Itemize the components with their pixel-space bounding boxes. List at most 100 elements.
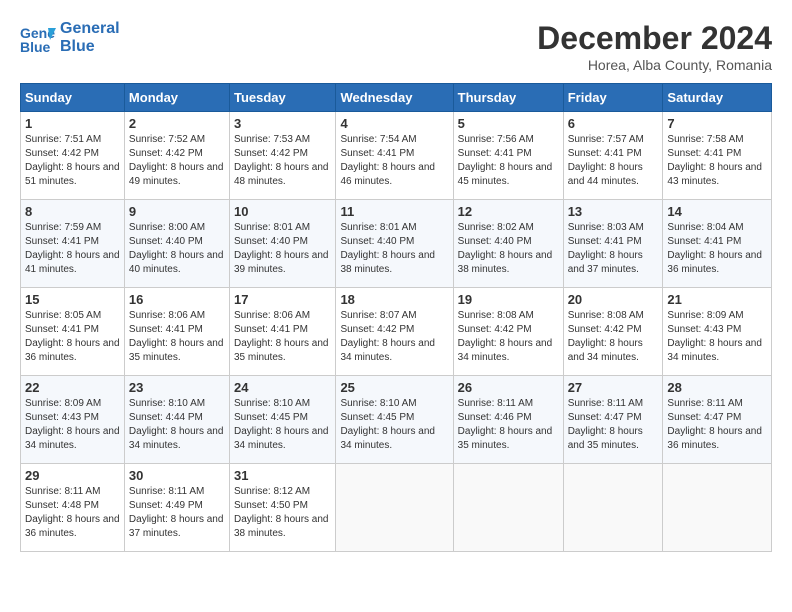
calendar-cell: 3 Sunrise: 7:53 AMSunset: 4:42 PMDaylight… xyxy=(229,112,335,200)
day-info: Sunrise: 7:57 AMSunset: 4:41 PMDaylight:… xyxy=(568,133,659,189)
calendar-cell: 29 Sunrise: 8:11 AMSunset: 4:48 PMDayligh… xyxy=(21,464,125,552)
calendar-cell: 13 Sunrise: 8:03 AMSunset: 4:41 PMDayligh… xyxy=(563,200,663,288)
day-number: 23 xyxy=(129,380,225,395)
day-info: Sunrise: 8:08 AMSunset: 4:42 PMDaylight:… xyxy=(458,309,559,365)
weekday-header-tuesday: Tuesday xyxy=(229,84,335,112)
location-subtitle: Horea, Alba County, Romania xyxy=(537,57,772,73)
calendar-cell: 14 Sunrise: 8:04 AMSunset: 4:41 PMDayligh… xyxy=(663,200,772,288)
day-number: 20 xyxy=(568,292,659,307)
day-number: 28 xyxy=(667,380,767,395)
day-number: 11 xyxy=(340,204,448,219)
day-number: 8 xyxy=(25,204,120,219)
day-info: Sunrise: 8:10 AMSunset: 4:45 PMDaylight:… xyxy=(234,397,331,453)
day-info: Sunrise: 8:09 AMSunset: 4:43 PMDaylight:… xyxy=(667,309,767,365)
day-number: 14 xyxy=(667,204,767,219)
day-info: Sunrise: 8:04 AMSunset: 4:41 PMDaylight:… xyxy=(667,221,767,277)
calendar-cell: 15Sunrise: 8:05 AMSunset: 4:41 PMDayligh… xyxy=(21,288,125,376)
calendar-cell: 8 Sunrise: 7:59 AMSunset: 4:41 PMDaylight… xyxy=(21,200,125,288)
day-info: Sunrise: 8:09 AMSunset: 4:43 PMDaylight:… xyxy=(25,397,120,453)
calendar-cell: 31 Sunrise: 8:12 AMSunset: 4:50 PMDayligh… xyxy=(229,464,335,552)
calendar-cell: 12Sunrise: 8:02 AMSunset: 4:40 PMDayligh… xyxy=(453,200,563,288)
day-info: Sunrise: 8:01 AMSunset: 4:40 PMDaylight:… xyxy=(234,221,331,277)
calendar-body: 1 Sunrise: 7:51 AMSunset: 4:42 PMDaylight… xyxy=(21,112,772,552)
calendar-cell: 19 Sunrise: 8:08 AMSunset: 4:42 PMDayligh… xyxy=(453,288,563,376)
logo: General Blue General Blue xyxy=(20,20,120,56)
calendar-cell: 28 Sunrise: 8:11 AMSunset: 4:47 PMDayligh… xyxy=(663,376,772,464)
day-number: 24 xyxy=(234,380,331,395)
day-info: Sunrise: 8:07 AMSunset: 4:42 PMDaylight:… xyxy=(340,309,448,365)
day-number: 25 xyxy=(340,380,448,395)
calendar-cell: 7Sunrise: 7:58 AMSunset: 4:41 PMDaylight… xyxy=(663,112,772,200)
day-info: Sunrise: 8:11 AMSunset: 4:49 PMDaylight:… xyxy=(129,485,225,541)
calendar-cell: 30Sunrise: 8:11 AMSunset: 4:49 PMDayligh… xyxy=(124,464,229,552)
calendar-cell: 24 Sunrise: 8:10 AMSunset: 4:45 PMDayligh… xyxy=(229,376,335,464)
day-number: 26 xyxy=(458,380,559,395)
calendar-week-2: 8 Sunrise: 7:59 AMSunset: 4:41 PMDaylight… xyxy=(21,200,772,288)
day-info: Sunrise: 7:53 AMSunset: 4:42 PMDaylight:… xyxy=(234,133,331,189)
calendar-cell: 9 Sunrise: 8:00 AMSunset: 4:40 PMDaylight… xyxy=(124,200,229,288)
day-info: Sunrise: 7:51 AMSunset: 4:42 PMDaylight:… xyxy=(25,133,120,189)
day-number: 10 xyxy=(234,204,331,219)
calendar-cell: 18Sunrise: 8:07 AMSunset: 4:42 PMDayligh… xyxy=(336,288,453,376)
calendar-table: SundayMondayTuesdayWednesdayThursdayFrid… xyxy=(20,83,772,552)
day-info: Sunrise: 8:01 AMSunset: 4:40 PMDaylight:… xyxy=(340,221,448,277)
weekday-header-saturday: Saturday xyxy=(663,84,772,112)
calendar-cell xyxy=(563,464,663,552)
calendar-cell: 26 Sunrise: 8:11 AMSunset: 4:46 PMDayligh… xyxy=(453,376,563,464)
calendar-cell: 6Sunrise: 7:57 AMSunset: 4:41 PMDaylight… xyxy=(563,112,663,200)
day-info: Sunrise: 8:11 AMSunset: 4:48 PMDaylight:… xyxy=(25,485,120,541)
day-info: Sunrise: 8:11 AMSunset: 4:47 PMDaylight:… xyxy=(568,397,659,453)
day-info: Sunrise: 7:59 AMSunset: 4:41 PMDaylight:… xyxy=(25,221,120,277)
calendar-cell: 2Sunrise: 7:52 AMSunset: 4:42 PMDaylight… xyxy=(124,112,229,200)
day-number: 3 xyxy=(234,116,331,131)
calendar-week-3: 15Sunrise: 8:05 AMSunset: 4:41 PMDayligh… xyxy=(21,288,772,376)
calendar-week-4: 22Sunrise: 8:09 AMSunset: 4:43 PMDayligh… xyxy=(21,376,772,464)
day-info: Sunrise: 8:12 AMSunset: 4:50 PMDaylight:… xyxy=(234,485,331,541)
calendar-cell: 23Sunrise: 8:10 AMSunset: 4:44 PMDayligh… xyxy=(124,376,229,464)
weekday-header-thursday: Thursday xyxy=(453,84,563,112)
day-number: 31 xyxy=(234,468,331,483)
weekday-header-sunday: Sunday xyxy=(21,84,125,112)
day-info: Sunrise: 8:05 AMSunset: 4:41 PMDaylight:… xyxy=(25,309,120,365)
calendar-cell: 11 Sunrise: 8:01 AMSunset: 4:40 PMDayligh… xyxy=(336,200,453,288)
calendar-cell: 21Sunrise: 8:09 AMSunset: 4:43 PMDayligh… xyxy=(663,288,772,376)
calendar-cell xyxy=(336,464,453,552)
day-number: 1 xyxy=(25,116,120,131)
calendar-cell: 27 Sunrise: 8:11 AMSunset: 4:47 PMDayligh… xyxy=(563,376,663,464)
weekday-header-wednesday: Wednesday xyxy=(336,84,453,112)
calendar-cell: 10 Sunrise: 8:01 AMSunset: 4:40 PMDayligh… xyxy=(229,200,335,288)
day-number: 19 xyxy=(458,292,559,307)
day-info: Sunrise: 7:56 AMSunset: 4:41 PMDaylight:… xyxy=(458,133,559,189)
day-info: Sunrise: 8:08 AMSunset: 4:42 PMDaylight:… xyxy=(568,309,659,365)
calendar-cell: 4 Sunrise: 7:54 AMSunset: 4:41 PMDaylight… xyxy=(336,112,453,200)
day-info: Sunrise: 8:03 AMSunset: 4:41 PMDaylight:… xyxy=(568,221,659,277)
day-number: 16 xyxy=(129,292,225,307)
day-number: 29 xyxy=(25,468,120,483)
day-info: Sunrise: 8:06 AMSunset: 4:41 PMDaylight:… xyxy=(129,309,225,365)
calendar-week-1: 1 Sunrise: 7:51 AMSunset: 4:42 PMDaylight… xyxy=(21,112,772,200)
day-info: Sunrise: 8:11 AMSunset: 4:46 PMDaylight:… xyxy=(458,397,559,453)
calendar-cell: 20 Sunrise: 8:08 AMSunset: 4:42 PMDayligh… xyxy=(563,288,663,376)
logo-icon: General Blue xyxy=(20,20,56,56)
day-info: Sunrise: 8:00 AMSunset: 4:40 PMDaylight:… xyxy=(129,221,225,277)
day-info: Sunrise: 8:10 AMSunset: 4:45 PMDaylight:… xyxy=(340,397,448,453)
day-info: Sunrise: 8:06 AMSunset: 4:41 PMDaylight:… xyxy=(234,309,331,365)
calendar-week-5: 29 Sunrise: 8:11 AMSunset: 4:48 PMDayligh… xyxy=(21,464,772,552)
calendar-cell: 1 Sunrise: 7:51 AMSunset: 4:42 PMDaylight… xyxy=(21,112,125,200)
calendar-cell: 22Sunrise: 8:09 AMSunset: 4:43 PMDayligh… xyxy=(21,376,125,464)
day-number: 27 xyxy=(568,380,659,395)
calendar-cell xyxy=(663,464,772,552)
page-header: General Blue General Blue December 2024 … xyxy=(20,20,772,73)
day-info: Sunrise: 8:11 AMSunset: 4:47 PMDaylight:… xyxy=(667,397,767,453)
day-number: 9 xyxy=(129,204,225,219)
day-number: 5 xyxy=(458,116,559,131)
day-info: Sunrise: 7:54 AMSunset: 4:41 PMDaylight:… xyxy=(340,133,448,189)
day-number: 13 xyxy=(568,204,659,219)
day-number: 4 xyxy=(340,116,448,131)
weekday-header-friday: Friday xyxy=(563,84,663,112)
day-info: Sunrise: 7:58 AMSunset: 4:41 PMDaylight:… xyxy=(667,133,767,189)
calendar-cell: 16 Sunrise: 8:06 AMSunset: 4:41 PMDayligh… xyxy=(124,288,229,376)
calendar-cell: 25 Sunrise: 8:10 AMSunset: 4:45 PMDayligh… xyxy=(336,376,453,464)
day-info: Sunrise: 7:52 AMSunset: 4:42 PMDaylight:… xyxy=(129,133,225,189)
month-title: December 2024 xyxy=(537,20,772,57)
